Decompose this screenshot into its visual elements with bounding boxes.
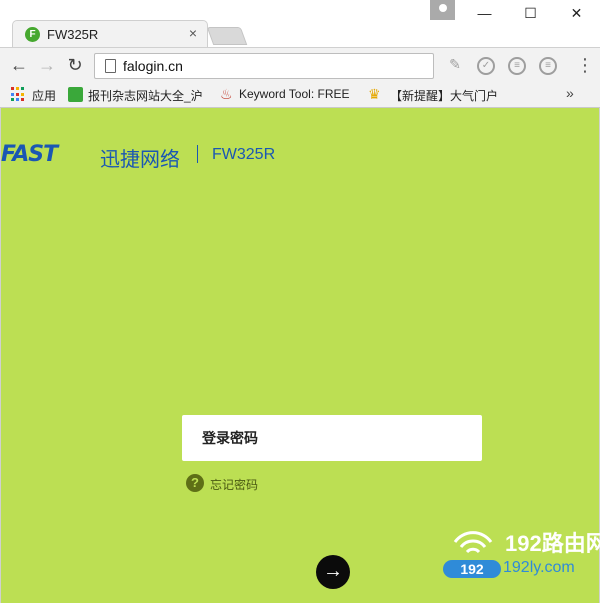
bookmark-fire-icon: ♨ <box>220 86 233 102</box>
bookmark-apps[interactable]: 应用 <box>32 87 56 104</box>
bookmark-refresh-icon <box>68 87 83 102</box>
brand-divider <box>197 145 198 163</box>
password-input[interactable] <box>182 415 482 461</box>
password-field-container <box>182 415 482 461</box>
forward-arrow-icon[interactable]: → <box>36 54 58 76</box>
tab-title: FW325R <box>47 27 99 42</box>
watermark-url: 192ly.com <box>503 559 575 576</box>
tab-favicon-icon: F <box>25 27 40 42</box>
watermark-badge: 192 <box>443 560 501 578</box>
watermark-title: 192路由网 <box>505 531 600 556</box>
watermark: 192路由网 192 192ly.com <box>443 526 600 588</box>
bookmark-portal[interactable]: 【新提醒】大气门户 <box>390 87 502 104</box>
login-button[interactable]: → <box>316 555 350 589</box>
new-tab-button[interactable] <box>206 27 248 45</box>
fast-logo: FAST <box>1 142 58 167</box>
wifi-icon <box>453 531 493 554</box>
router-login-page: FAST 迅捷网络 FW325R ? 忘记密码 → 192路由网 192 192… <box>0 108 600 603</box>
question-icon: ? <box>186 474 204 492</box>
router-model: FW325R <box>212 146 276 163</box>
url-text[interactable]: falogin.cn <box>123 58 183 74</box>
forgot-password-label: 忘记密码 <box>210 478 259 492</box>
minimize-button[interactable]: — <box>462 2 507 24</box>
back-arrow-icon[interactable]: ← <box>8 54 30 76</box>
bookmark-trophy-icon: ♛ <box>368 86 381 102</box>
extension-face2-icon[interactable]: ≡ <box>539 57 557 75</box>
reload-icon[interactable]: ↻ <box>64 54 86 76</box>
apps-grid-icon[interactable] <box>11 87 26 102</box>
page-icon <box>105 59 116 73</box>
browser-title-bar: F FW325R × — ☐ ✕ <box>0 0 600 47</box>
extension-shield-icon[interactable]: ✓ <box>477 57 495 75</box>
extension-face-icon[interactable]: ≡ <box>508 57 526 75</box>
profile-icon[interactable] <box>430 0 455 20</box>
address-bar[interactable]: falogin.cn <box>94 53 434 79</box>
bookmark-newspapers[interactable]: 报刊杂志网站大全_沪 <box>88 87 206 104</box>
tab-close-icon[interactable]: × <box>189 25 197 41</box>
bookmark-keyword-tool[interactable]: Keyword Tool: FREE <box>239 87 353 101</box>
maximize-button[interactable]: ☐ <box>508 2 553 24</box>
close-window-button[interactable]: ✕ <box>554 2 599 24</box>
bookmarks-more-icon[interactable]: » <box>566 85 574 101</box>
brand-name: 迅捷网络 <box>100 149 180 171</box>
bookmarks-bar: 应用 报刊杂志网站大全_沪 ♨ Keyword Tool: FREE ♛ 【新提… <box>0 83 600 108</box>
browser-menu-icon[interactable]: ⋮ <box>576 54 594 76</box>
extension-feather-icon[interactable]: ✎ <box>446 57 464 75</box>
browser-tab-active[interactable]: F FW325R × <box>12 20 208 47</box>
browser-toolbar: ← → ↻ falogin.cn ✎ ✓ ≡ ≡ ⋮ <box>0 47 600 83</box>
